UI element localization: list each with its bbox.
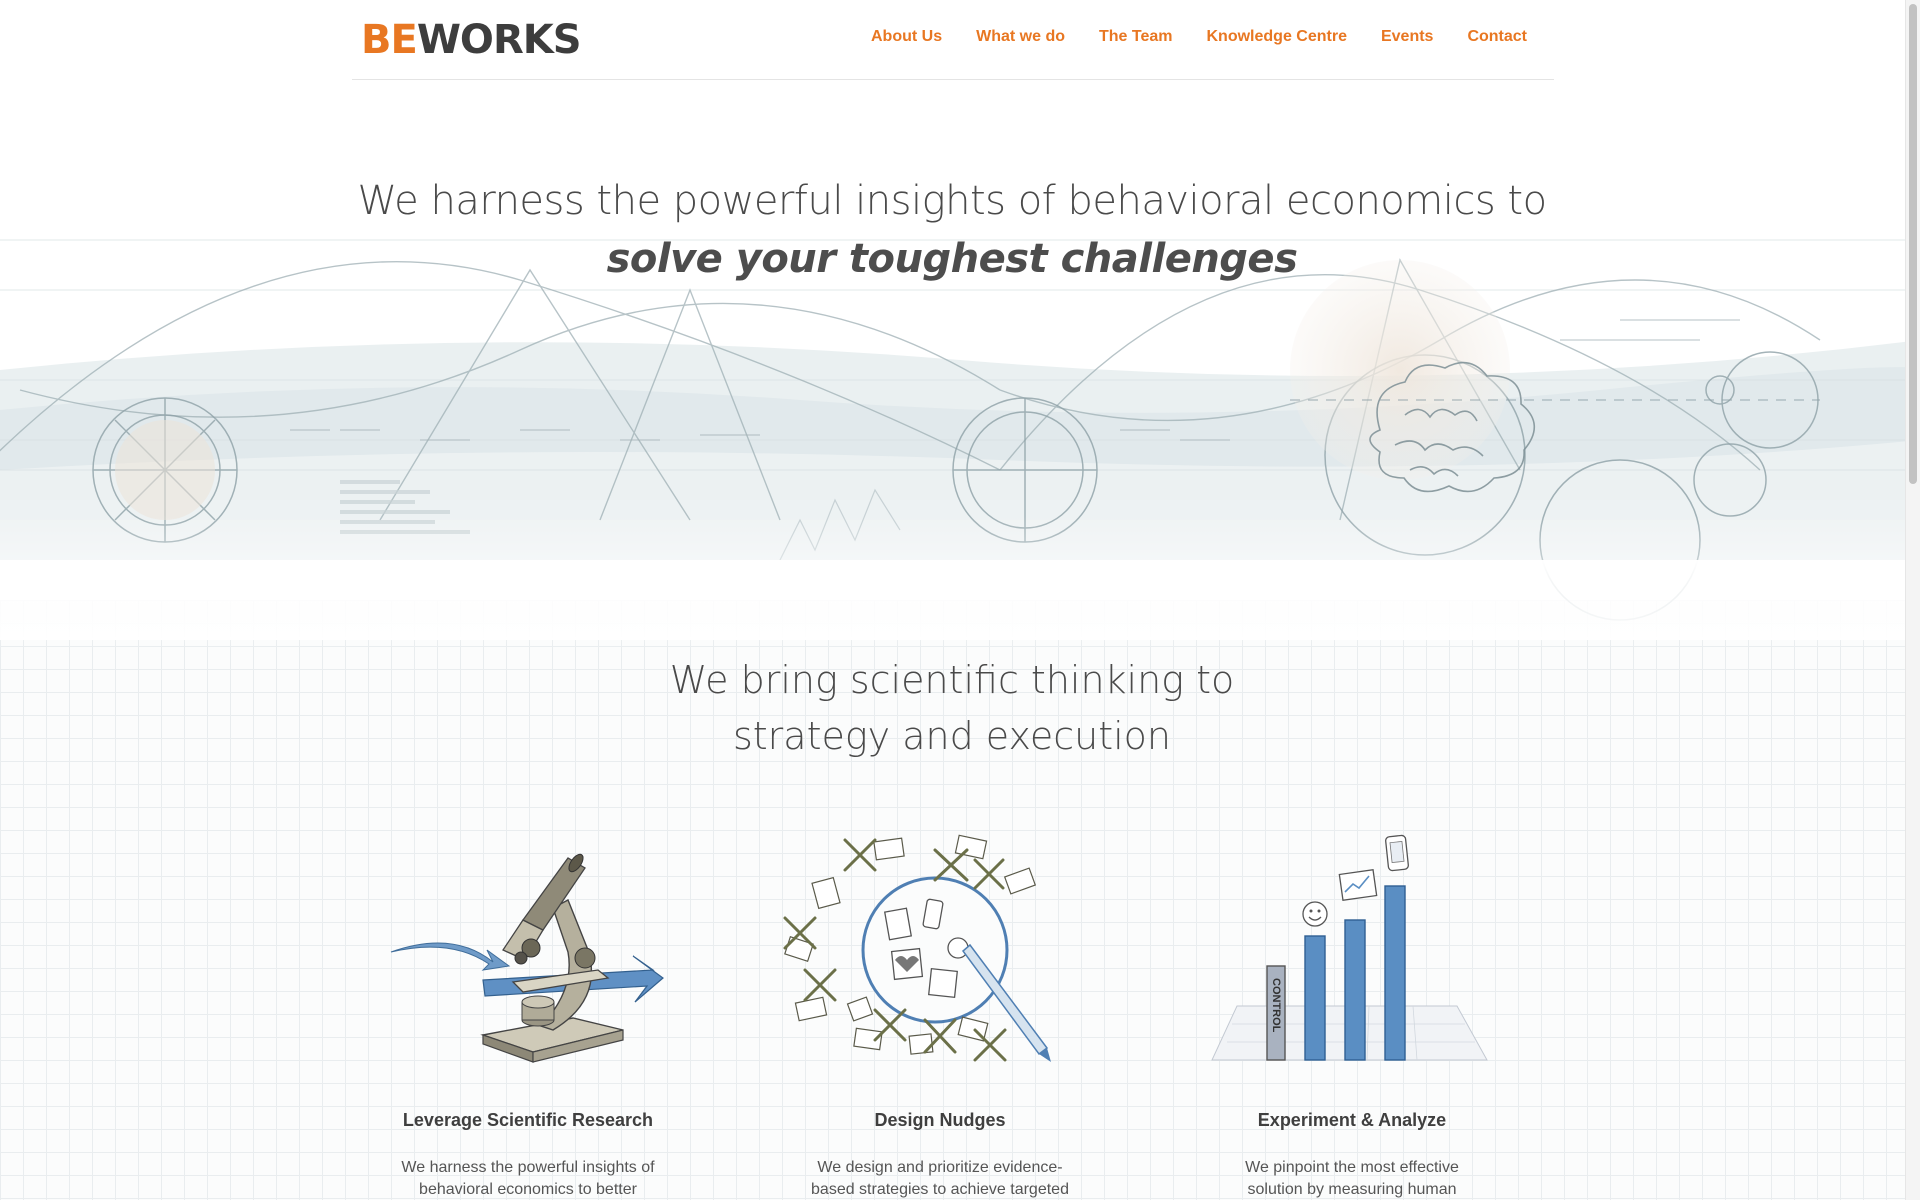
control-bar-label: CONTROL: [1270, 978, 1282, 1033]
logo-be: BE: [361, 17, 418, 63]
card-nudges-text: We design and prioritize evidence-based …: [811, 1159, 1069, 1198]
bar-chart-icon: CONTROL: [1187, 830, 1517, 1070]
beworks-logo[interactable]: BEWORKS: [361, 16, 582, 64]
nav-knowledge-centre[interactable]: Knowledge Centre: [1207, 28, 1347, 46]
nav-the-team[interactable]: The Team: [1099, 28, 1173, 46]
card-experiment-title: Experiment & Analyze: [1257, 1110, 1447, 1130]
grid-fade-overlay: [0, 560, 1920, 650]
nav-events[interactable]: Events: [1381, 28, 1433, 46]
site-header: BEWORKS About Us What we do The Team Kno…: [352, 0, 1554, 80]
section-title-line2: strategy and execution: [732, 714, 1171, 758]
card-nudges-title: Design Nudges: [874, 1110, 1006, 1130]
nav-about-us[interactable]: About Us: [871, 28, 942, 46]
hero-headline: We harness the powerful insights of beha…: [357, 178, 1547, 224]
microscope-icon: [363, 830, 693, 1070]
main-nav: About Us What we do The Team Knowledge C…: [837, 28, 1527, 46]
logo-works: WORKS: [416, 17, 582, 63]
nav-contact[interactable]: Contact: [1467, 28, 1527, 46]
nav-what-we-do[interactable]: What we do: [976, 28, 1065, 46]
card-experiment-text: We pinpoint the most effective solution …: [1245, 1159, 1459, 1198]
card-research-title: Leverage Scientific Research: [402, 1110, 654, 1130]
card-nudges: Design Nudges We design and prioritize e…: [775, 830, 1105, 1200]
scrollbar-thumb[interactable]: [1909, 4, 1917, 484]
page-scrollbar[interactable]: [1905, 0, 1920, 1200]
section-title-line1: We bring scientific thinking to: [669, 658, 1235, 702]
card-research-text: We harness the powerful insights of beha…: [401, 1159, 655, 1198]
card-experiment: CONTROL Experiment & Analyze We pinpoint…: [1187, 830, 1517, 1200]
nudges-sketch-icon: [775, 830, 1105, 1070]
section-title: We bring scientific thinking to strategy…: [0, 652, 1904, 764]
card-research: Leverage Scientific Research We harness …: [363, 830, 693, 1200]
hero-tagline: solve your toughest challenges: [606, 236, 1298, 282]
